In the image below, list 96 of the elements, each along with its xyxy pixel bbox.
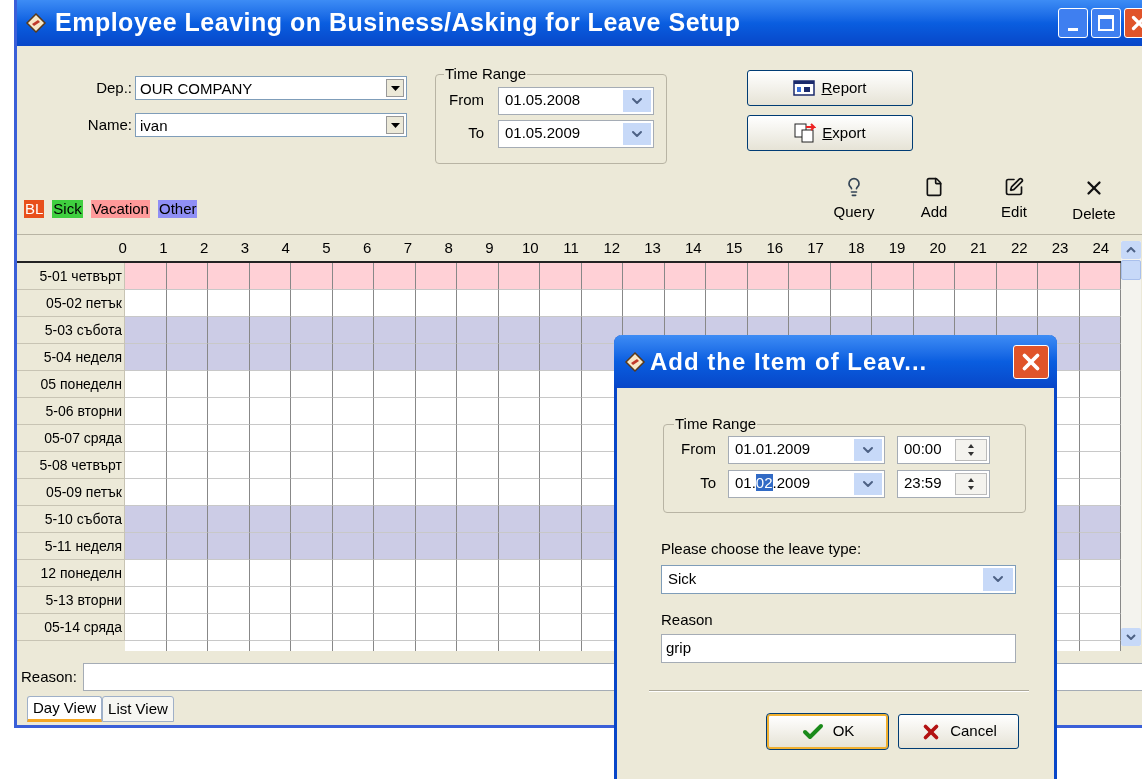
group-title: Time Range [674, 414, 758, 434]
legend-tag: Vacation [90, 200, 150, 218]
row-header: 05-09 петък [17, 479, 125, 506]
toolbar-button[interactable]: Query [814, 176, 894, 226]
view-tab[interactable]: List View [102, 696, 174, 722]
maximize-button[interactable] [1091, 8, 1121, 38]
row-header: 5-10 събота [17, 506, 125, 533]
legend-tag: Other [157, 200, 198, 218]
spinner-icon[interactable] [955, 438, 987, 461]
group-title: Time Range [444, 64, 528, 84]
date-field[interactable]: 01.02.2009 [728, 469, 885, 498]
field-label: To [467, 123, 484, 144]
field-label: Name: [86, 114, 132, 135]
hour-label: 20 [928, 237, 948, 258]
chevron-down-icon[interactable] [983, 567, 1013, 591]
scrollbar[interactable] [1121, 241, 1141, 646]
row-header: 5-08 четвърт [17, 452, 125, 479]
field-label: From [680, 439, 716, 460]
toolbar-button[interactable]: Edit [974, 176, 1054, 226]
action-button[interactable]: Report [747, 70, 913, 106]
row-header: 05 понеделн [17, 371, 125, 398]
leave-type-select[interactable]: Sick [661, 564, 1016, 594]
toolbar-button[interactable]: Add [894, 176, 974, 226]
field-label: To [699, 473, 716, 494]
row-header: 05-14 сряда [17, 614, 125, 641]
field-label: Reason: [21, 666, 77, 687]
toolbar-button[interactable]: Delete [1054, 176, 1134, 226]
hour-label: 3 [239, 237, 251, 258]
field-label: Dep.: [95, 77, 132, 98]
hour-label: 13 [643, 237, 662, 258]
document-icon [924, 176, 944, 197]
hour-label: 11 [562, 237, 580, 258]
hour-label: 16 [765, 237, 785, 258]
close-button[interactable] [1013, 344, 1049, 379]
reason-field[interactable]: grip [661, 634, 1016, 663]
legend-tag: Sick [52, 200, 83, 218]
hour-label: 24 [1091, 237, 1111, 258]
name-combo[interactable]: ivan [135, 113, 407, 137]
field-label: From [448, 90, 484, 111]
department-combo[interactable]: OUR COMPANY [135, 76, 407, 100]
hour-label: 7 [402, 237, 414, 258]
hour-label: 17 [806, 237, 825, 258]
date-field[interactable]: 01.05.2009 [498, 119, 654, 148]
chevron-down-icon[interactable] [623, 122, 651, 145]
row-header: 12 понеделн [17, 560, 125, 587]
hour-label: 14 [683, 237, 703, 258]
hour-label: 8 [443, 237, 454, 258]
hour-label: 6 [362, 237, 373, 258]
field-label: Reason [661, 609, 714, 630]
hour-label: 12 [602, 237, 622, 258]
dialog-button[interactable]: Cancel [898, 714, 1019, 749]
app-icon [624, 350, 646, 373]
hour-label: 15 [724, 237, 744, 258]
date-field[interactable]: 01.01.2009 [728, 435, 885, 464]
scroll-down-icon[interactable] [1126, 634, 1136, 640]
edit-icon [1004, 176, 1024, 197]
time-field[interactable]: 23:59 [897, 469, 990, 498]
row-header: 5-04 неделя [17, 344, 125, 371]
view-tab[interactable]: Day View [27, 696, 103, 722]
time-field[interactable]: 00:00 [897, 435, 990, 464]
chevron-down-icon[interactable] [623, 89, 651, 112]
hour-label: 0 [117, 237, 128, 258]
hour-label: 2 [199, 237, 210, 258]
hour-label: 10 [520, 237, 540, 258]
field-label: Please choose the leave type: [661, 539, 863, 559]
hour-label: 5 [321, 237, 332, 258]
minimize-button[interactable] [1058, 8, 1088, 38]
scroll-thumb[interactable] [1121, 260, 1141, 280]
export-icon [794, 123, 817, 143]
row-header: 5-01 четвърт [17, 263, 125, 290]
row-header: 5-03 събота [17, 317, 125, 344]
date-field[interactable]: 01.05.2008 [498, 86, 654, 115]
action-button[interactable]: Export [747, 115, 913, 151]
hour-label: 23 [1050, 237, 1070, 258]
chevron-down-icon[interactable] [854, 472, 882, 495]
report-icon [793, 80, 816, 96]
chevron-down-icon[interactable] [854, 438, 882, 461]
hour-label: 1 [158, 237, 169, 258]
row-header: 05-02 петък [17, 290, 125, 317]
row-header: 05-07 сряда [17, 425, 125, 452]
app-icon [25, 12, 47, 34]
spinner-icon[interactable] [955, 472, 987, 495]
row-header: 5-13 вторни [17, 587, 125, 614]
scroll-up-icon[interactable] [1126, 247, 1136, 253]
hour-label: 4 [280, 237, 291, 258]
hour-label: 19 [887, 237, 907, 258]
row-header: 5-11 неделя [17, 533, 125, 560]
legend-tag: BL [24, 200, 45, 218]
dialog-title: Add the Item of Leav... [650, 346, 929, 377]
hour-label: 22 [1009, 237, 1029, 258]
row-header: 5-06 вторни [17, 398, 125, 425]
window-title: Employee Leaving on Business/Asking for Leave Setup [55, 7, 742, 39]
hour-label: 21 [969, 237, 988, 258]
hour-label: 9 [484, 237, 495, 258]
hour-label: 18 [846, 237, 866, 258]
dialog-button[interactable]: OK [767, 714, 888, 749]
